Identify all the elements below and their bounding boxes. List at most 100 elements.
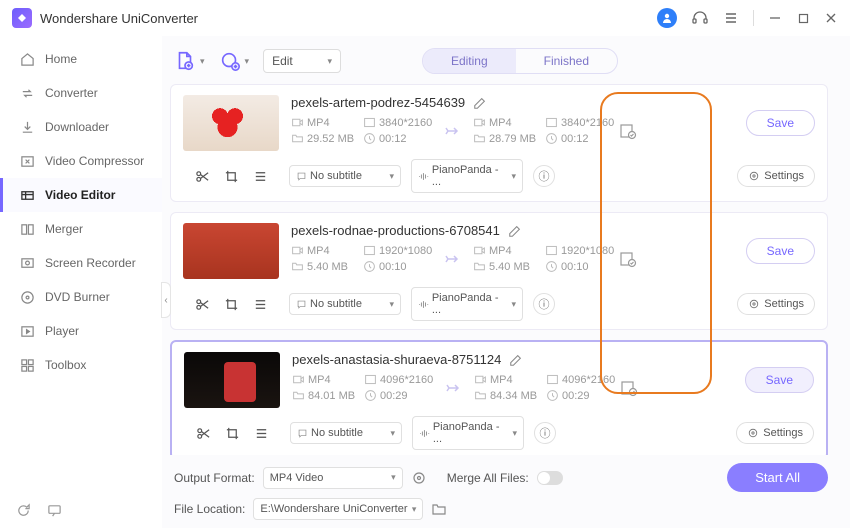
save-button[interactable]: Save	[746, 110, 815, 136]
tab-finished[interactable]: Finished	[516, 49, 617, 73]
sidebar-item-home[interactable]: Home	[0, 42, 162, 76]
subtitle-select[interactable]: No subtitle▾	[289, 165, 401, 187]
editor-icon	[19, 187, 35, 203]
app-title: Wondershare UniConverter	[40, 11, 657, 26]
file-list: pexels-artem-podrez-5454639 MP4 29.52 MB…	[170, 84, 832, 455]
sidebar-item-label: Merger	[45, 222, 83, 236]
status-tabs: Editing Finished	[422, 48, 618, 74]
sidebar: Home Converter Downloader Video Compress…	[0, 36, 162, 528]
sidebar-item-downloader[interactable]: Downloader	[0, 110, 162, 144]
chevron-down-icon: ▾	[245, 56, 250, 67]
output-preset-icon[interactable]	[619, 122, 637, 140]
open-folder-icon[interactable]	[431, 501, 447, 517]
sidebar-item-converter[interactable]: Converter	[0, 76, 162, 110]
sidebar-item-label: Video Editor	[45, 188, 115, 202]
maximize-button[interactable]	[796, 11, 810, 25]
chevron-down-icon: ▾	[200, 56, 205, 67]
video-thumbnail[interactable]	[183, 95, 279, 151]
app-logo	[12, 8, 32, 28]
crop-icon[interactable]	[224, 169, 239, 184]
record-icon	[19, 255, 35, 271]
sidebar-item-label: Downloader	[45, 120, 109, 134]
merge-toggle[interactable]	[537, 471, 563, 485]
audio-select[interactable]: PianoPanda - ...▾	[411, 287, 523, 321]
download-icon	[19, 119, 35, 135]
sidebar-item-video-editor[interactable]: Video Editor	[0, 178, 162, 212]
file-name: pexels-rodnae-productions-6708541	[291, 223, 500, 238]
edit-select[interactable]: Edit▾	[263, 49, 341, 73]
item-settings-button[interactable]: Settings	[737, 293, 815, 315]
output-format-label: Output Format:	[174, 471, 255, 485]
file-card[interactable]: pexels-artem-podrez-5454639 MP4 29.52 MB…	[170, 84, 828, 202]
sidebar-item-screen-recorder[interactable]: Screen Recorder	[0, 246, 162, 280]
sidebar-item-merger[interactable]: Merger	[0, 212, 162, 246]
sidebar-item-toolbox[interactable]: Toolbox	[0, 348, 162, 382]
rename-icon[interactable]	[508, 224, 522, 238]
conversion-arrow-icon	[434, 381, 474, 395]
home-icon	[19, 51, 35, 67]
start-all-button[interactable]: Start All	[727, 463, 828, 492]
trim-icon[interactable]	[196, 426, 211, 441]
titlebar: Wondershare UniConverter	[0, 0, 850, 36]
convert-icon	[19, 85, 35, 101]
conversion-arrow-icon	[433, 252, 473, 266]
sidebar-item-label: Converter	[45, 86, 98, 100]
video-thumbnail[interactable]	[184, 352, 280, 408]
sidebar-item-label: Player	[45, 324, 79, 338]
subtitle-select[interactable]: No subtitle▾	[289, 293, 401, 315]
info-icon[interactable]: ⓘ	[533, 165, 555, 187]
item-settings-button[interactable]: Settings	[737, 165, 815, 187]
more-icon[interactable]	[254, 426, 269, 441]
trim-icon[interactable]	[195, 297, 210, 312]
minimize-button[interactable]	[768, 11, 782, 25]
gear-icon[interactable]	[411, 470, 427, 486]
disc-icon	[19, 289, 35, 305]
content: ‹ ▾ ▾ Edit▾ Editing Finished pexels-arte…	[162, 36, 850, 528]
merge-label: Merge All Files:	[447, 471, 529, 485]
sidebar-item-label: Screen Recorder	[45, 256, 136, 270]
conversion-arrow-icon	[433, 124, 473, 138]
more-icon[interactable]	[253, 169, 268, 184]
rename-icon[interactable]	[509, 353, 523, 367]
add-file-button[interactable]: ▾	[174, 50, 205, 72]
file-location-label: File Location:	[174, 502, 245, 516]
output-preset-icon[interactable]	[620, 379, 638, 397]
rename-icon[interactable]	[473, 96, 487, 110]
info-icon[interactable]: ⓘ	[533, 293, 555, 315]
output-format-select[interactable]: MP4 Video▾	[263, 467, 403, 489]
more-icon[interactable]	[253, 297, 268, 312]
sidebar-item-compressor[interactable]: Video Compressor	[0, 144, 162, 178]
item-settings-button[interactable]: Settings	[736, 422, 814, 444]
save-button[interactable]: Save	[745, 367, 814, 393]
sidebar-item-player[interactable]: Player	[0, 314, 162, 348]
crop-icon[interactable]	[224, 297, 239, 312]
close-button[interactable]	[824, 11, 838, 25]
refresh-icon[interactable]	[16, 503, 31, 518]
merge-icon	[19, 221, 35, 237]
feedback-icon[interactable]	[47, 503, 62, 518]
collapse-sidebar-button[interactable]: ‹	[161, 282, 171, 318]
toolbox-icon	[19, 357, 35, 373]
sidebar-item-label: Video Compressor	[45, 154, 144, 168]
headset-icon[interactable]	[691, 9, 709, 27]
menu-icon[interactable]	[723, 10, 739, 26]
info-icon[interactable]: ⓘ	[534, 422, 556, 444]
file-card[interactable]: pexels-anastasia-shuraeva-8751124 MP4 84…	[170, 340, 828, 455]
subtitle-select[interactable]: No subtitle▾	[290, 422, 402, 444]
compress-icon	[19, 153, 35, 169]
sidebar-item-label: Home	[45, 52, 77, 66]
add-url-button[interactable]: ▾	[219, 50, 250, 72]
audio-select[interactable]: PianoPanda - ...▾	[411, 159, 523, 193]
video-thumbnail[interactable]	[183, 223, 279, 279]
trim-icon[interactable]	[195, 169, 210, 184]
file-name: pexels-artem-podrez-5454639	[291, 95, 465, 110]
account-icon[interactable]	[657, 8, 677, 28]
sidebar-item-dvd-burner[interactable]: DVD Burner	[0, 280, 162, 314]
tab-editing[interactable]: Editing	[423, 49, 516, 73]
crop-icon[interactable]	[225, 426, 240, 441]
audio-select[interactable]: PianoPanda - ...▾	[412, 416, 524, 450]
file-location-select[interactable]: E:\Wondershare UniConverter▾	[253, 498, 423, 520]
output-preset-icon[interactable]	[619, 250, 637, 268]
save-button[interactable]: Save	[746, 238, 815, 264]
file-card[interactable]: pexels-rodnae-productions-6708541 MP4 5.…	[170, 212, 828, 330]
